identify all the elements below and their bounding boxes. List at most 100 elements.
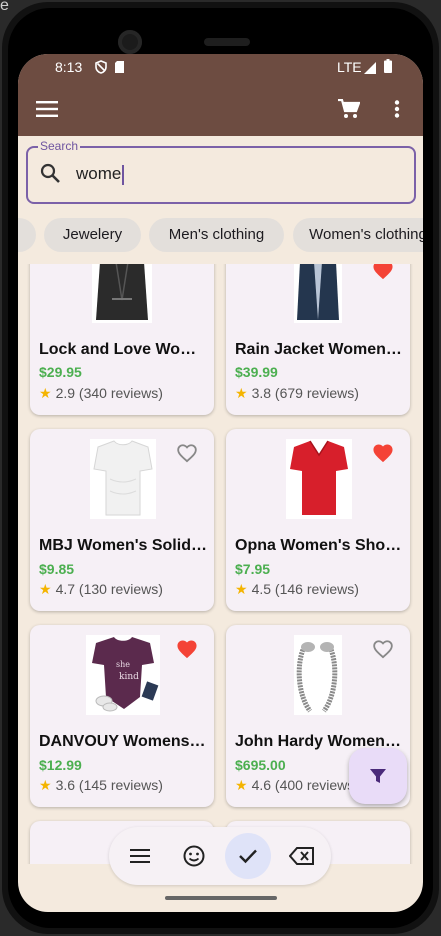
sd-card-icon xyxy=(114,60,125,77)
review-count: (679 reviews) xyxy=(274,385,359,401)
more-options-button[interactable] xyxy=(384,94,410,124)
product-price: $9.85 xyxy=(39,561,75,577)
favorite-toggle[interactable] xyxy=(372,639,396,661)
product-price: $29.95 xyxy=(39,364,82,380)
review-count: (340 reviews) xyxy=(78,385,163,401)
home-indicator[interactable] xyxy=(165,896,277,900)
product-rating: ★ 3.8 (679 reviews) xyxy=(235,385,359,402)
product-image xyxy=(92,264,152,323)
heart-outline-icon xyxy=(177,444,197,463)
chip-mens-clothing[interactable]: Men's clothing xyxy=(149,218,284,252)
search-field[interactable]: Search wome xyxy=(26,139,416,204)
network-type: LTE xyxy=(337,59,362,75)
star-icon: ★ xyxy=(39,581,52,597)
product-card[interactable]: she kind DANVOUY Womens T Shirt Casual Co… xyxy=(30,625,214,807)
chip-jewelery[interactable]: Jewelery xyxy=(44,218,141,252)
cart-button[interactable] xyxy=(334,94,364,124)
product-image xyxy=(294,635,342,715)
earpiece-speaker xyxy=(204,38,250,46)
emoji-button[interactable] xyxy=(171,833,217,879)
product-rating: ★ 2.9 (340 reviews) xyxy=(39,385,163,402)
rating-value: 4.5 xyxy=(251,581,272,597)
backspace-button[interactable] xyxy=(279,833,325,879)
review-count: (146 reviews) xyxy=(274,581,359,597)
search-input-value: wome xyxy=(76,164,122,183)
search-input[interactable]: wome xyxy=(76,164,125,185)
product-title: Opna Women's Short Sleeve Moisture xyxy=(235,537,403,554)
confirm-button[interactable] xyxy=(225,833,271,879)
product-card[interactable]: Lock and Love Women's Removable Hooded F… xyxy=(30,264,214,415)
favorite-toggle[interactable] xyxy=(176,264,200,282)
review-count: (130 reviews) xyxy=(78,581,163,597)
rating-value: 4.6 xyxy=(251,777,272,793)
product-title: DANVOUY Womens T Shirt Casual Cotton Sho… xyxy=(39,733,207,750)
check-icon xyxy=(239,849,257,864)
product-price: $12.99 xyxy=(39,757,82,773)
list-menu-button[interactable] xyxy=(117,833,163,879)
review-count: (400 reviews) xyxy=(274,777,359,793)
favorite-toggle[interactable] xyxy=(372,443,396,465)
search-label: Search xyxy=(38,139,81,153)
star-icon: ★ xyxy=(235,581,248,597)
favorite-toggle[interactable] xyxy=(372,264,396,282)
star-icon: ★ xyxy=(39,385,52,401)
status-time: 8:13 xyxy=(55,59,83,75)
heart-outline-icon xyxy=(373,640,393,659)
front-camera xyxy=(118,30,142,54)
search-icon xyxy=(40,163,60,188)
product-rating: ★ 4.5 (146 reviews) xyxy=(235,581,359,598)
favorite-toggle[interactable] xyxy=(176,443,200,465)
device-frame-label: e xyxy=(0,0,9,14)
phone-frame: 8:13 LTE Search wome Jewelery Men's clot… xyxy=(2,2,439,934)
bottom-action-bar xyxy=(109,827,331,885)
product-image xyxy=(90,439,156,519)
star-icon: ★ xyxy=(235,385,248,401)
review-count: (145 reviews) xyxy=(78,777,163,793)
heart-filled-icon xyxy=(373,444,393,463)
svg-text:kind: kind xyxy=(119,672,139,682)
signal-icon xyxy=(364,61,376,77)
rating-value: 3.6 xyxy=(55,777,76,793)
filter-fab[interactable] xyxy=(349,748,407,804)
svg-text:she: she xyxy=(116,660,130,669)
heart-filled-icon xyxy=(373,264,393,280)
product-title: Rain Jacket Women Windbreaker Striped Cl… xyxy=(235,341,403,358)
product-rating: ★ 4.6 (400 reviews) xyxy=(235,777,359,794)
backspace-icon xyxy=(289,847,314,865)
emoji-icon xyxy=(183,845,205,867)
chip-hidden[interactable] xyxy=(18,218,36,252)
product-title: MBJ Women's Solid Short Sleeve Boat Neck… xyxy=(39,537,207,554)
menu-button[interactable] xyxy=(32,94,62,124)
product-price: $7.95 xyxy=(235,561,271,577)
category-chips: Jewelery Men's clothing Women's clothing xyxy=(18,218,423,256)
product-price: $39.99 xyxy=(235,364,278,380)
rating-value: 4.7 xyxy=(55,581,76,597)
product-image: she kind xyxy=(86,635,160,715)
app-screen: 8:13 LTE Search wome Jewelery Men's clot… xyxy=(18,54,423,912)
filter-icon xyxy=(370,769,386,783)
product-price: $695.00 xyxy=(235,757,286,773)
star-icon: ★ xyxy=(39,777,52,793)
product-image xyxy=(286,439,352,519)
menu-icon xyxy=(130,849,150,863)
rating-value: 3.8 xyxy=(251,385,272,401)
shield-icon xyxy=(94,60,108,77)
product-card[interactable]: MBJ Women's Solid Short Sleeve Boat Neck… xyxy=(30,429,214,611)
product-image xyxy=(294,264,342,323)
chip-womens-clothing[interactable]: Women's clothing xyxy=(293,218,423,252)
more-vert-icon xyxy=(394,100,400,118)
product-card[interactable]: Opna Women's Short Sleeve Moisture $7.95… xyxy=(226,429,410,611)
battery-icon xyxy=(384,59,392,76)
product-rating: ★ 3.6 (145 reviews) xyxy=(39,777,163,794)
rating-value: 2.9 xyxy=(55,385,76,401)
product-rating: ★ 4.7 (130 reviews) xyxy=(39,581,163,598)
app-bar: 8:13 LTE xyxy=(18,54,423,136)
status-bar: 8:13 LTE xyxy=(18,54,423,80)
heart-filled-icon xyxy=(177,640,197,659)
favorite-toggle[interactable] xyxy=(176,639,200,661)
text-caret xyxy=(122,164,125,185)
star-icon: ★ xyxy=(235,777,248,793)
menu-icon xyxy=(36,101,58,117)
product-card[interactable]: Rain Jacket Women Windbreaker Striped Cl… xyxy=(226,264,410,415)
product-title: Lock and Love Women's Removable Hooded F… xyxy=(39,341,207,358)
